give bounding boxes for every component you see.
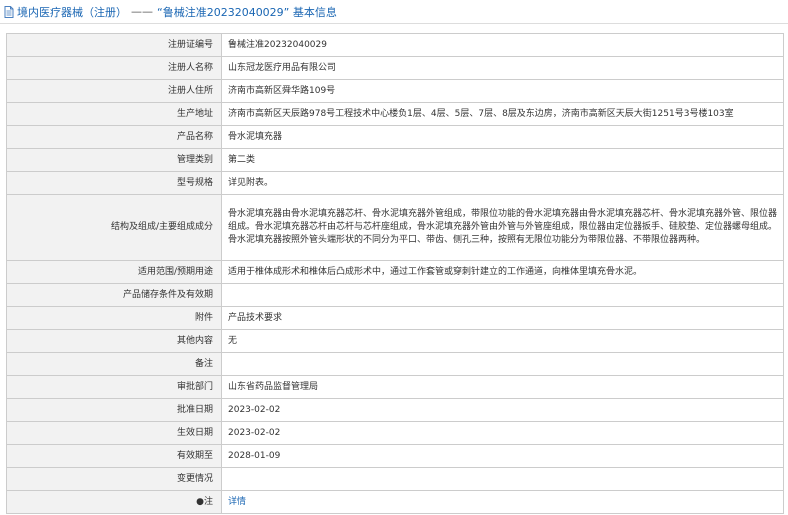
row-label: 变更情况 bbox=[6, 467, 222, 491]
row-value bbox=[221, 283, 784, 307]
row-value: 鲁械注准20232040029 bbox=[221, 33, 784, 57]
row-label: 型号规格 bbox=[6, 171, 222, 195]
row-value: 2023-02-02 bbox=[221, 398, 784, 422]
row-label: 注册人住所 bbox=[6, 79, 222, 103]
row-label: 审批部门 bbox=[6, 375, 222, 399]
row-value: 山东省药品监督管理局 bbox=[221, 375, 784, 399]
table-row-effective-date: 生效日期 2023-02-02 bbox=[6, 421, 784, 445]
table-row-other-content: 其他内容 无 bbox=[6, 329, 784, 353]
breadcrumb-separator: —— bbox=[131, 5, 153, 18]
table-row-expiry-date: 有效期至 2028-01-09 bbox=[6, 444, 784, 468]
row-label: 注册人名称 bbox=[6, 56, 222, 80]
table-row-approval-date: 批准日期 2023-02-02 bbox=[6, 398, 784, 422]
details-link[interactable]: 详情 bbox=[228, 497, 246, 507]
row-value: 2023-02-02 bbox=[221, 421, 784, 445]
table-row-note: ●注 详情 bbox=[6, 490, 784, 514]
document-icon bbox=[4, 5, 14, 18]
row-label: 附件 bbox=[6, 306, 222, 330]
row-label: 产品储存条件及有效期 bbox=[6, 283, 222, 307]
table-row-management-class: 管理类别 第二类 bbox=[6, 148, 784, 172]
row-value: 2028-01-09 bbox=[221, 444, 784, 468]
row-value: 产品技术要求 bbox=[221, 306, 784, 330]
row-value: 详见附表。 bbox=[221, 171, 784, 195]
row-value bbox=[221, 467, 784, 491]
table-row-product-name: 产品名称 骨水泥填充器 bbox=[6, 125, 784, 149]
row-value: 济南市高新区舜华路109号 bbox=[221, 79, 784, 103]
device-info-table: 注册证编号 鲁械注准20232040029 注册人名称 山东冠龙医疗用品有限公司… bbox=[6, 33, 784, 514]
row-label: 生效日期 bbox=[6, 421, 222, 445]
row-value: 适用于椎体成形术和椎体后凸成形术中，通过工作套管或穿刺针建立的工作通道，向椎体里… bbox=[221, 260, 784, 284]
table-row-registrant-name: 注册人名称 山东冠龙医疗用品有限公司 bbox=[6, 56, 784, 80]
table-row-model-spec: 型号规格 详见附表。 bbox=[6, 171, 784, 195]
row-label: 管理类别 bbox=[6, 148, 222, 172]
table-row-approval-department: 审批部门 山东省药品监督管理局 bbox=[6, 375, 784, 399]
row-value bbox=[221, 352, 784, 376]
table-row-intended-use: 适用范围/预期用途 适用于椎体成形术和椎体后凸成形术中，通过工作套管或穿刺针建立… bbox=[6, 260, 784, 284]
row-label: 有效期至 bbox=[6, 444, 222, 468]
breadcrumb-category-link[interactable]: 境内医疗器械（注册） bbox=[17, 4, 127, 20]
row-label: 备注 bbox=[6, 352, 222, 376]
table-row-storage-validity: 产品储存条件及有效期 bbox=[6, 283, 784, 307]
table-row-remarks: 备注 bbox=[6, 352, 784, 376]
row-value: 济南市高新区天辰路978号工程技术中心楼负1层、4层、5层、7层、8层及东边房，… bbox=[221, 102, 784, 126]
row-value: 骨水泥填充器由骨水泥填充器芯杆、骨水泥填充器外管组成，带限位功能的骨水泥填充器由… bbox=[221, 194, 784, 261]
row-value: 第二类 bbox=[221, 148, 784, 172]
table-row-production-address: 生产地址 济南市高新区天辰路978号工程技术中心楼负1层、4层、5层、7层、8层… bbox=[6, 102, 784, 126]
row-value: 详情 bbox=[221, 490, 784, 514]
row-label: 产品名称 bbox=[6, 125, 222, 149]
row-label: 批准日期 bbox=[6, 398, 222, 422]
page-header: 境内医疗器械（注册） —— “鲁械注准20232040029” 基本信息 bbox=[0, 0, 788, 24]
row-label: 适用范围/预期用途 bbox=[6, 260, 222, 284]
row-label: 注册证编号 bbox=[6, 33, 222, 57]
table-row-attachment: 附件 产品技术要求 bbox=[6, 306, 784, 330]
row-value: 无 bbox=[221, 329, 784, 353]
row-label: 生产地址 bbox=[6, 102, 222, 126]
table-row-registration-number: 注册证编号 鲁械注准20232040029 bbox=[6, 33, 784, 57]
row-label: 其他内容 bbox=[6, 329, 222, 353]
page-title: “鲁械注准20232040029” 基本信息 bbox=[157, 5, 337, 19]
table-row-change-status: 变更情况 bbox=[6, 467, 784, 491]
table-row-structure-composition: 结构及组成/主要组成成分 骨水泥填充器由骨水泥填充器芯杆、骨水泥填充器外管组成，… bbox=[6, 194, 784, 261]
table-row-registrant-address: 注册人住所 济南市高新区舜华路109号 bbox=[6, 79, 784, 103]
row-label: 结构及组成/主要组成成分 bbox=[6, 194, 222, 261]
row-value: 骨水泥填充器 bbox=[221, 125, 784, 149]
row-label: ●注 bbox=[6, 490, 222, 514]
row-value: 山东冠龙医疗用品有限公司 bbox=[221, 56, 784, 80]
